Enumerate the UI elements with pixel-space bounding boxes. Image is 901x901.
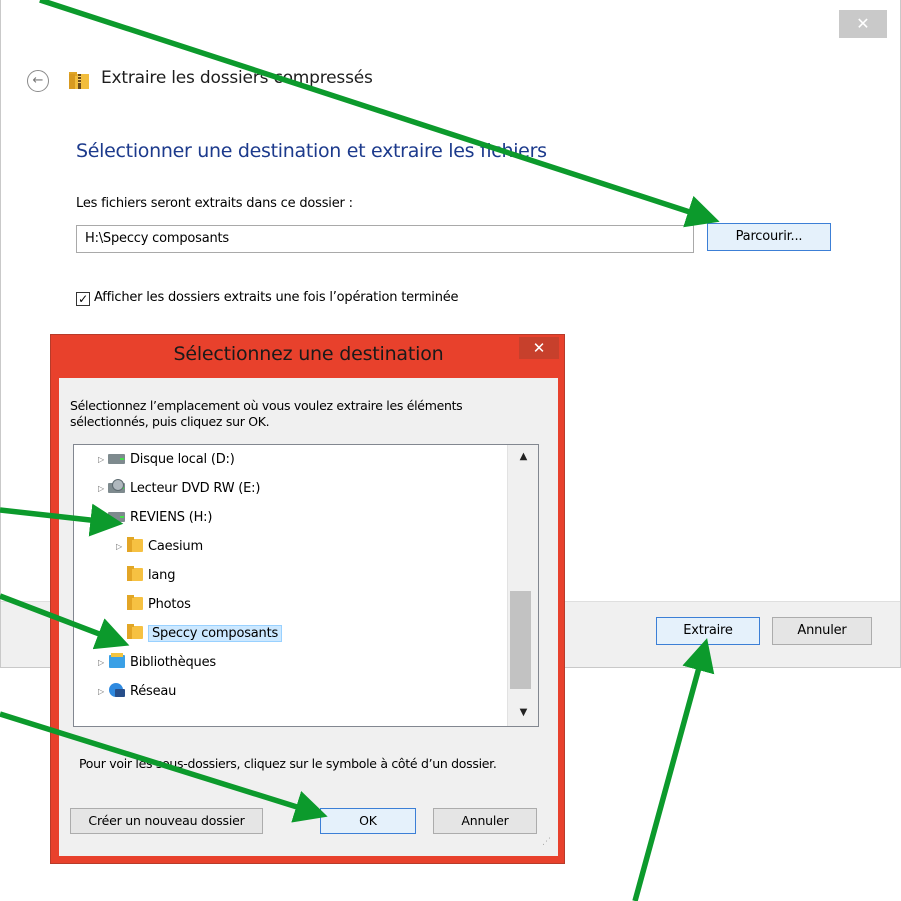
tree-scrollbar[interactable]: ▲ ▼ (507, 445, 538, 726)
new-folder-button[interactable]: Créer un nouveau dossier (70, 808, 263, 834)
tree-item-reviens[interactable]: REVIENS (H:) (108, 507, 212, 531)
folder-tree[interactable]: ▷ Disque local (D:) ▷ Lecteur DVD RW (E:) … (73, 444, 539, 727)
drive-icon (108, 450, 126, 466)
destination-path-input[interactable]: H:\Speccy composants (76, 225, 694, 253)
dialog-cancel-button[interactable]: Annuler (433, 808, 537, 834)
expand-arrow-icon[interactable]: ▷ (98, 681, 108, 703)
dialog-body: Sélectionnez l’emplacement où vous voule… (59, 378, 558, 856)
select-destination-dialog: Sélectionnez une destination ✕ Sélection… (50, 334, 565, 864)
show-extracted-checkbox[interactable]: ✓ (76, 292, 90, 306)
expand-arrow-icon[interactable]: ▷ (98, 652, 108, 674)
ok-button[interactable]: OK (320, 808, 416, 834)
tree-item-label: Réseau (130, 684, 177, 699)
annotation-arrow-extract (632, 638, 715, 901)
tree-item-label: Photos (148, 597, 191, 612)
wizard-cancel-button[interactable]: Annuler (772, 617, 872, 645)
tree-item-bibliotheques[interactable]: ▷ Bibliothèques (98, 652, 216, 676)
tree-item-speccy-composants[interactable]: Speccy composants (126, 623, 283, 647)
tree-item-label: Bibliothèques (130, 655, 216, 670)
expand-arrow-icon[interactable]: ▷ (98, 478, 108, 500)
tree-item-caesium[interactable]: ▷ Caesium (116, 536, 203, 560)
dialog-hint: Pour voir les sous-dossiers, cliquez sur… (79, 756, 497, 771)
tree-item-label: lang (148, 568, 176, 583)
dialog-close-button[interactable]: ✕ (519, 337, 559, 359)
scroll-up-arrow-icon[interactable]: ▲ (508, 451, 538, 463)
tree-item-dvd[interactable]: ▷ Lecteur DVD RW (E:) (98, 478, 260, 502)
tree-item-photos[interactable]: Photos (126, 594, 191, 618)
show-extracted-folders-option[interactable]: ✓ Afficher les dossiers extraits une fois… (76, 290, 459, 306)
expand-arrow-icon[interactable]: ▷ (98, 449, 108, 471)
network-icon (108, 682, 126, 698)
wizard-title: Extraire les dossiers compressés (101, 68, 373, 88)
tree-item-label: Speccy composants (148, 625, 283, 642)
tree-item-reseau[interactable]: ▷ Réseau (98, 681, 176, 705)
tree-item-label: Disque local (D:) (130, 452, 235, 467)
dialog-description: Sélectionnez l’emplacement où vous voule… (70, 398, 463, 429)
browse-button[interactable]: Parcourir... (707, 223, 831, 251)
show-extracted-label: Afficher les dossiers extraits une fois … (94, 290, 459, 305)
wizard-header: ← Extraire les dossiers compressés (1, 56, 900, 108)
dvd-drive-icon (108, 479, 126, 495)
extract-button[interactable]: Extraire (656, 617, 760, 645)
tree-item-label: Caesium (148, 539, 203, 554)
expand-arrow-icon[interactable]: ▷ (116, 536, 126, 558)
wizard-close-button[interactable]: ✕ (839, 10, 887, 38)
usb-drive-icon (108, 508, 126, 524)
back-arrow-icon[interactable]: ← (27, 70, 49, 92)
page-heading: Sélectionner une destination et extraire… (76, 140, 547, 162)
folder-icon (126, 595, 144, 611)
folder-icon (126, 537, 144, 553)
dialog-title: Sélectionnez une destination (173, 343, 444, 365)
scroll-down-arrow-icon[interactable]: ▼ (508, 707, 538, 719)
libraries-icon (108, 653, 126, 669)
zip-folder-icon (69, 72, 89, 89)
scrollbar-thumb[interactable] (510, 591, 531, 689)
folder-icon (126, 566, 144, 582)
tree-item-disque-local[interactable]: ▷ Disque local (D:) (98, 449, 235, 473)
tree-item-label: REVIENS (H:) (130, 510, 213, 525)
destination-path-label: Les fichiers seront extraits dans ce dos… (76, 196, 353, 211)
tree-item-label: Lecteur DVD RW (E:) (130, 481, 261, 496)
folder-icon (126, 624, 144, 640)
tree-item-lang[interactable]: lang (126, 565, 175, 589)
resize-grip-icon[interactable]: ⋰ (542, 838, 554, 851)
